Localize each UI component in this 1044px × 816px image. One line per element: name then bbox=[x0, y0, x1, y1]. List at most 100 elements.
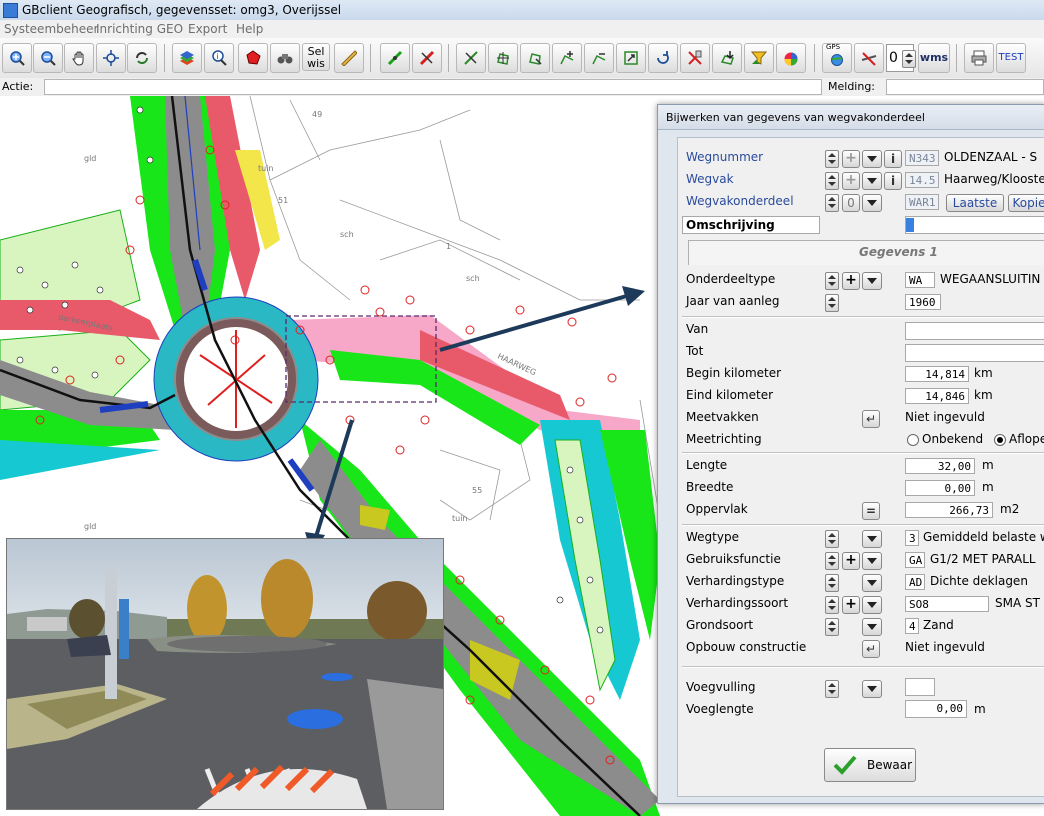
counter-updown[interactable] bbox=[902, 50, 916, 68]
actie-field[interactable] bbox=[44, 79, 822, 95]
wegnummer-dropdown[interactable] bbox=[862, 150, 882, 168]
layers-button[interactable] bbox=[172, 43, 202, 73]
eind-km-field[interactable]: 14,846 bbox=[905, 388, 969, 404]
wegvakonderdeel-counter[interactable]: 0 bbox=[842, 194, 860, 212]
meetvakken-enter-button[interactable]: ↵ bbox=[862, 410, 880, 428]
cut-delete-button[interactable] bbox=[680, 43, 710, 73]
pan-button[interactable] bbox=[64, 43, 94, 73]
delete-line-button[interactable] bbox=[412, 43, 442, 73]
add-vertex-button[interactable] bbox=[552, 43, 582, 73]
zoom-in-button[interactable] bbox=[2, 43, 32, 73]
center-button[interactable] bbox=[96, 43, 126, 73]
edit-tool-1-button[interactable] bbox=[456, 43, 486, 73]
jaar-field[interactable]: 1960 bbox=[905, 294, 941, 310]
oppervlak-field[interactable]: 266,73 bbox=[905, 502, 993, 518]
red-line-icon bbox=[419, 50, 435, 66]
tab-gegevens-1[interactable]: Gegevens 1 bbox=[688, 240, 1044, 265]
draw-line-button[interactable] bbox=[380, 43, 410, 73]
gebruiksfunctie-add-button[interactable]: + bbox=[842, 552, 860, 570]
begin-km-field[interactable]: 14,814 bbox=[905, 366, 969, 382]
grondsoort-code[interactable]: 4 bbox=[905, 618, 919, 634]
wegtype-updown[interactable] bbox=[825, 530, 839, 548]
onderdeeltype-updown[interactable] bbox=[825, 272, 839, 290]
hand-icon bbox=[72, 51, 84, 66]
resize-button[interactable] bbox=[616, 43, 646, 73]
verhardingstype-dropdown[interactable] bbox=[862, 574, 882, 592]
gebruiksfunctie-updown[interactable] bbox=[825, 552, 839, 570]
gps-button[interactable]: GPS bbox=[822, 43, 852, 73]
wegvak-updown[interactable] bbox=[825, 172, 839, 190]
grondsoort-dropdown[interactable] bbox=[862, 618, 882, 636]
meetrichting-onbekend-radio[interactable] bbox=[907, 434, 919, 446]
wegtype-dropdown[interactable] bbox=[862, 530, 882, 548]
meetrichting-aflopend-radio[interactable] bbox=[994, 434, 1006, 446]
edit-tool-3-button[interactable] bbox=[520, 43, 550, 73]
opbouw-enter-button[interactable]: ↵ bbox=[862, 640, 880, 658]
gebruiksfunctie-code[interactable]: GA bbox=[905, 552, 925, 568]
test-button[interactable]: TEST bbox=[996, 43, 1026, 73]
menu-inrichting-geo[interactable]: Inrichting GEO bbox=[96, 22, 183, 36]
wegvak-add-button[interactable]: + bbox=[842, 172, 860, 190]
wegvak-code[interactable]: 14.5 bbox=[905, 172, 939, 188]
binoculars-button[interactable] bbox=[270, 43, 300, 73]
verhardingstype-code[interactable]: AD bbox=[905, 574, 925, 590]
onderdeeltype-code[interactable]: WA bbox=[905, 272, 935, 288]
grondsoort-updown[interactable] bbox=[825, 618, 839, 636]
menu-export[interactable]: Export bbox=[188, 22, 227, 36]
menu-help[interactable]: Help bbox=[236, 22, 263, 36]
dialog-title-bar: Bijwerken van gegevens van wegvakonderde… bbox=[658, 105, 1044, 130]
wegnummer-add-button[interactable]: + bbox=[842, 150, 860, 168]
wegnummer-updown[interactable] bbox=[825, 150, 839, 168]
wegvakonderdeel-code[interactable]: WAR1 bbox=[905, 194, 939, 210]
place-object-button[interactable] bbox=[712, 43, 742, 73]
lengte-field[interactable]: 32,00 bbox=[905, 458, 975, 474]
select-area-button[interactable] bbox=[238, 43, 268, 73]
wegnummer-code[interactable]: N343 bbox=[905, 150, 939, 166]
wegvak-info-button[interactable]: i bbox=[884, 172, 902, 190]
verhardingssoort-code[interactable]: SO8 bbox=[905, 596, 989, 612]
voegvulling-updown[interactable] bbox=[825, 680, 839, 698]
melding-field[interactable] bbox=[886, 79, 1044, 95]
meetrichting-aflopend-label: Aflope bbox=[1009, 432, 1044, 446]
print-button[interactable] bbox=[964, 43, 994, 73]
omschrijving-field[interactable] bbox=[905, 216, 1044, 234]
toolbar-separator bbox=[164, 44, 165, 72]
verhardingssoort-add-button[interactable]: + bbox=[842, 596, 860, 614]
verhardingssoort-updown[interactable] bbox=[825, 596, 839, 614]
van-label: Van bbox=[686, 322, 709, 336]
select-clear-button[interactable]: Sel wis bbox=[302, 43, 330, 71]
rotate-button[interactable] bbox=[648, 43, 678, 73]
wegvakonderdeel-dropdown[interactable] bbox=[862, 194, 882, 212]
voeglengte-field[interactable]: 0,00 bbox=[905, 700, 967, 718]
edit-tool-2-button[interactable] bbox=[488, 43, 518, 73]
oppervlak-calc-button[interactable]: = bbox=[862, 502, 880, 520]
wms-button[interactable]: wms bbox=[918, 43, 950, 73]
laatste-button[interactable]: Laatste bbox=[946, 194, 1004, 212]
wegtype-code[interactable]: 3 bbox=[905, 530, 919, 546]
filter-button[interactable] bbox=[744, 43, 774, 73]
tot-field[interactable] bbox=[905, 344, 1044, 362]
onderdeeltype-add-button[interactable]: + bbox=[842, 272, 860, 290]
menu-systeembeheer[interactable]: Systeembeheer bbox=[4, 22, 98, 36]
wegvak-dropdown[interactable] bbox=[862, 172, 882, 190]
kopie-button[interactable]: Kopie bbox=[1008, 194, 1044, 212]
voegvulling-field[interactable] bbox=[905, 678, 935, 696]
verhardingstype-updown[interactable] bbox=[825, 574, 839, 592]
remove-vertex-button[interactable] bbox=[584, 43, 614, 73]
zoom-out-button[interactable] bbox=[33, 43, 63, 73]
measure-button[interactable] bbox=[334, 43, 364, 73]
wegnummer-info-button[interactable]: i bbox=[884, 150, 902, 168]
refresh-view-button[interactable] bbox=[127, 43, 157, 73]
onderdeeltype-dropdown[interactable] bbox=[862, 272, 882, 290]
verhardingssoort-dropdown[interactable] bbox=[862, 596, 882, 614]
voegvulling-dropdown[interactable] bbox=[862, 680, 882, 698]
bewaar-button[interactable]: Bewaar bbox=[824, 748, 916, 782]
info-search-button[interactable]: i bbox=[204, 43, 234, 73]
van-field[interactable] bbox=[905, 322, 1044, 340]
gebruiksfunctie-dropdown[interactable] bbox=[862, 552, 882, 570]
route-button[interactable] bbox=[854, 43, 884, 73]
jaar-updown[interactable] bbox=[825, 294, 839, 312]
thematic-button[interactable] bbox=[776, 43, 806, 73]
breedte-field[interactable]: 0,00 bbox=[905, 480, 975, 496]
wegvakonderdeel-updown[interactable] bbox=[825, 194, 839, 212]
